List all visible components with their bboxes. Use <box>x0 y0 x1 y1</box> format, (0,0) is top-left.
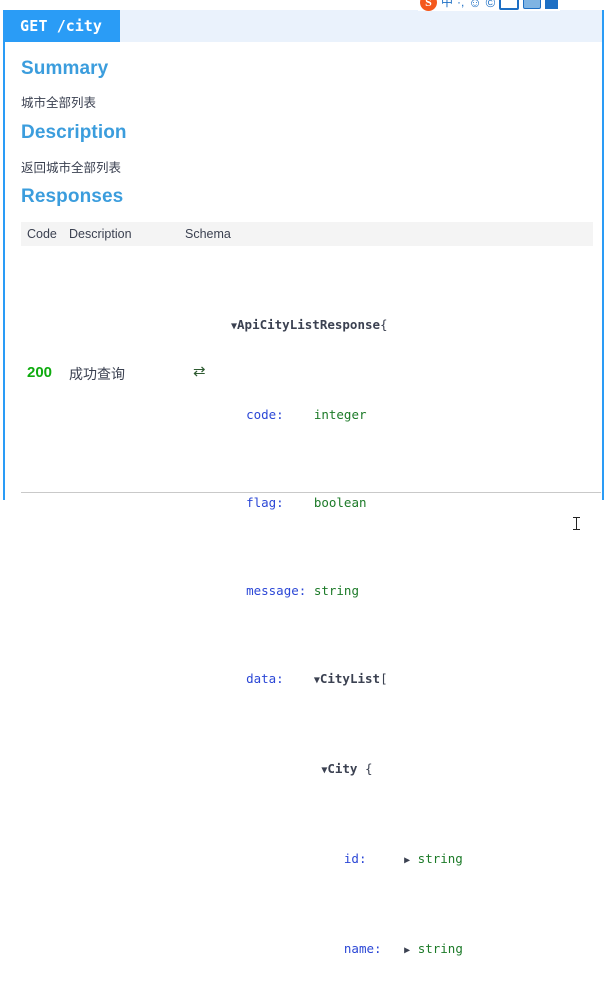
model-property-row: code: integer <box>231 404 593 426</box>
section-divider <box>21 492 601 493</box>
punctuation-toggle[interactable]: ·, <box>457 0 464 11</box>
sogou-logo-icon[interactable]: S <box>420 0 437 11</box>
chevron-right-icon[interactable]: ▶ <box>404 855 410 866</box>
array-model-name: CityList <box>319 671 381 686</box>
item-model-name: City <box>327 761 358 776</box>
table-row: 200 成功查询 ⇄ ▼ApiCityListResponse{ code: i… <box>21 246 593 1000</box>
column-header-description: Description <box>69 227 132 241</box>
keyboard-icon[interactable] <box>499 0 520 10</box>
field-type: string <box>417 941 463 956</box>
array-open-bracket: [ <box>380 671 388 686</box>
model-root-name: ApiCityListResponse <box>237 317 381 332</box>
description-text: 返回城市全部列表 <box>21 161 122 175</box>
property-name: flag: <box>246 495 284 510</box>
column-header-code: Code <box>27 227 57 241</box>
operation-header[interactable]: GET /city <box>5 10 602 42</box>
property-spacer <box>306 583 314 598</box>
field-name: name: <box>343 941 382 956</box>
response-code-cell: 200 <box>21 246 69 1000</box>
operation-body: Summary 城市全部列表 Description 返回城市全部列表 Resp… <box>5 42 602 956</box>
exchange-arrows-icon[interactable]: ⇄ <box>193 364 206 379</box>
summary-heading: Summary <box>21 58 109 79</box>
column-header-schema: Schema <box>185 227 231 241</box>
chevron-right-icon[interactable]: ▶ <box>404 945 410 956</box>
model-root-open-brace: { <box>380 317 388 332</box>
emoji-icon[interactable]: ☺ <box>468 0 481 11</box>
model-data-property-row[interactable]: data: ▼CityList[ <box>231 668 593 692</box>
menu-icon[interactable] <box>545 0 559 9</box>
operation-panel: GET /city Summary 城市全部列表 Description 返回城… <box>3 10 604 956</box>
model-field-row[interactable]: id: ▶ string <box>231 848 593 872</box>
operation-method-tab[interactable]: GET /city <box>5 10 120 42</box>
field-pad <box>382 941 390 956</box>
toolbox-icon[interactable] <box>523 0 542 9</box>
response-description-cell: 成功查询 <box>69 246 185 1000</box>
responses-heading: Responses <box>21 186 124 207</box>
property-type: integer <box>313 407 367 422</box>
ime-toolbar: S 中 ·, ☺ © <box>0 0 611 11</box>
field-name: id: <box>343 851 367 866</box>
response-description-text: 成功查询 <box>69 366 125 382</box>
model-root-row[interactable]: ▼ApiCityListResponse{ <box>231 314 593 338</box>
http-method-label: GET <box>20 17 48 35</box>
voice-input-icon[interactable]: © <box>486 0 496 11</box>
property-type: boolean <box>313 495 367 510</box>
property-name: code: <box>246 407 284 422</box>
property-type: string <box>313 583 359 598</box>
description-heading: Description <box>21 122 127 143</box>
item-open-brace: { <box>364 761 373 776</box>
model-field-row[interactable]: name: ▶ string <box>231 938 593 962</box>
model-tree: ▼ApiCityListResponse{ code: integer flag… <box>231 248 593 1000</box>
model-property-row: message: string <box>231 580 593 602</box>
status-badge: 200 <box>27 364 53 381</box>
summary-text: 城市全部列表 <box>21 96 97 110</box>
operation-path-label: /city <box>56 17 102 35</box>
model-property-row: flag: boolean <box>231 492 593 514</box>
responses-table: Code Description Schema 200 成功查询 ⇄ ▼ApiC… <box>21 222 593 1000</box>
model-item-row[interactable]: ▼City { <box>231 758 593 782</box>
property-spacer <box>284 407 314 422</box>
property-name: data: <box>246 671 284 686</box>
chinese-mode-toggle[interactable]: 中 <box>441 0 453 11</box>
media-type-cell: ⇄ <box>185 246 231 1000</box>
property-name: message: <box>246 583 307 598</box>
field-pad <box>366 851 389 866</box>
responses-table-header: Code Description Schema <box>21 222 593 246</box>
response-schema-cell: ▼ApiCityListResponse{ code: integer flag… <box>231 246 593 1000</box>
property-spacer <box>284 495 314 510</box>
field-type: string <box>417 851 463 866</box>
text-cursor <box>573 517 580 530</box>
